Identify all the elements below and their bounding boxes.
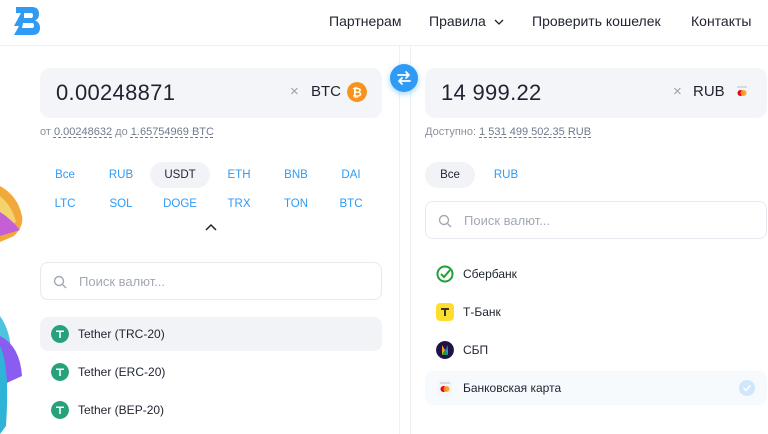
swap-arrows-icon: [397, 71, 411, 85]
filter-chip-doge[interactable]: DOGE: [150, 191, 210, 217]
nav-contacts[interactable]: Контакты: [691, 13, 751, 29]
logo-icon[interactable]: [10, 4, 42, 38]
tether-icon: [51, 401, 69, 419]
list-item-label: Т-Банк: [463, 305, 501, 319]
bitcoin-icon: ₿: [347, 82, 367, 102]
decorative-background: [0, 46, 24, 434]
give-limits: от 0.00248632 до 1.65754969 BTC: [40, 126, 214, 138]
get-amount-value[interactable]: 14 999.22: [441, 80, 542, 106]
chevron-down-icon: [494, 19, 504, 25]
get-search-placeholder: Поиск валют...: [464, 213, 551, 228]
give-list-item-usdt-erc20[interactable]: Tether (ERC-20): [40, 355, 382, 389]
clear-icon[interactable]: ×: [290, 83, 299, 100]
header: Партнерам Правила Проверить кошелек Конт…: [0, 0, 768, 46]
filter-chip-bnb[interactable]: BNB: [271, 162, 321, 188]
list-item-label: Tether (BEP-20): [78, 403, 165, 417]
list-item-label: Сбербанк: [463, 267, 517, 281]
get-list-item-tbank[interactable]: Т-Банк: [425, 295, 767, 329]
filter-chip-dai[interactable]: DAI: [326, 162, 376, 188]
available-amount-link[interactable]: 1 531 499 502.35 RUB: [479, 126, 591, 138]
get-search-field[interactable]: Поиск валют...: [425, 201, 767, 239]
get-currency-code: RUB: [693, 83, 725, 100]
clear-icon[interactable]: ×: [673, 83, 682, 100]
give-panel: 0.00248871 × BTC ₿ от 0.00248632 до 1.65…: [24, 46, 400, 434]
get-panel: 14 999.22 × RUB Доступно: 1 531 499 502.…: [410, 46, 768, 434]
nav-partners[interactable]: Партнерам: [329, 13, 401, 29]
give-amount-value[interactable]: 0.00248871: [56, 80, 175, 106]
nav-check-wallet[interactable]: Проверить кошелек: [532, 13, 661, 29]
filter-chip-trx[interactable]: TRX: [214, 191, 264, 217]
get-list-item-sberbank[interactable]: Сбербанк: [425, 257, 767, 291]
filter-chip-all[interactable]: Все: [425, 162, 475, 188]
chevron-up-icon[interactable]: [204, 222, 218, 232]
filter-chip-sol[interactable]: SOL: [96, 191, 146, 217]
get-list-item-sbp[interactable]: СБП: [425, 333, 767, 367]
tether-icon: [51, 363, 69, 381]
available-label: Доступно:: [425, 126, 477, 138]
give-currency-code: BTC: [311, 83, 341, 100]
list-item-label: Tether (TRC-20): [78, 327, 165, 341]
give-search-placeholder: Поиск валют...: [79, 274, 166, 289]
tether-icon: [51, 325, 69, 343]
filter-chip-rub[interactable]: RUB: [96, 162, 146, 188]
list-item-label: СБП: [463, 343, 489, 357]
max-amount-link[interactable]: 1.65754969 BTC: [131, 126, 214, 138]
filter-chip-eth[interactable]: ETH: [214, 162, 264, 188]
filter-chip-ton[interactable]: TON: [271, 191, 321, 217]
list-item-label: Tether (ERC-20): [78, 365, 166, 379]
tbank-icon: [436, 303, 454, 321]
limits-to-label: до: [115, 126, 128, 138]
filter-chip-btc[interactable]: BTC: [326, 191, 376, 217]
get-amount-field[interactable]: 14 999.22 × RUB: [425, 68, 767, 118]
sberbank-icon: [436, 265, 454, 283]
search-icon: [438, 214, 452, 228]
min-amount-link[interactable]: 0.00248632: [54, 126, 112, 138]
search-icon: [53, 275, 67, 289]
give-list-item-usdt-trc20[interactable]: Tether (TRC-20): [40, 317, 382, 351]
nav-rules-label: Правила: [429, 13, 486, 29]
bank-card-icon: [735, 84, 749, 100]
nav-rules[interactable]: Правила: [429, 13, 504, 29]
bank-card-icon: [438, 380, 452, 396]
give-search-field[interactable]: Поиск валют...: [40, 262, 382, 300]
get-available: Доступно: 1 531 499 502.35 RUB: [425, 126, 591, 138]
filter-chip-usdt[interactable]: USDT: [150, 162, 210, 188]
give-list-item-usdt-bep20[interactable]: Tether (BEP-20): [40, 393, 382, 427]
swap-direction-button[interactable]: [390, 64, 418, 92]
limits-from-label: от: [40, 126, 51, 138]
give-amount-field[interactable]: 0.00248871 × BTC ₿: [40, 68, 382, 118]
filter-chip-all[interactable]: Все: [40, 162, 90, 188]
filter-chip-ltc[interactable]: LTC: [40, 191, 90, 217]
check-icon: [739, 380, 755, 396]
get-list-item-bank-card[interactable]: Банковская карта: [425, 371, 767, 405]
svg-text:₿: ₿: [352, 86, 362, 100]
sbp-icon: [436, 341, 454, 359]
filter-chip-rub[interactable]: RUB: [481, 162, 531, 188]
list-item-label: Банковская карта: [463, 381, 562, 395]
